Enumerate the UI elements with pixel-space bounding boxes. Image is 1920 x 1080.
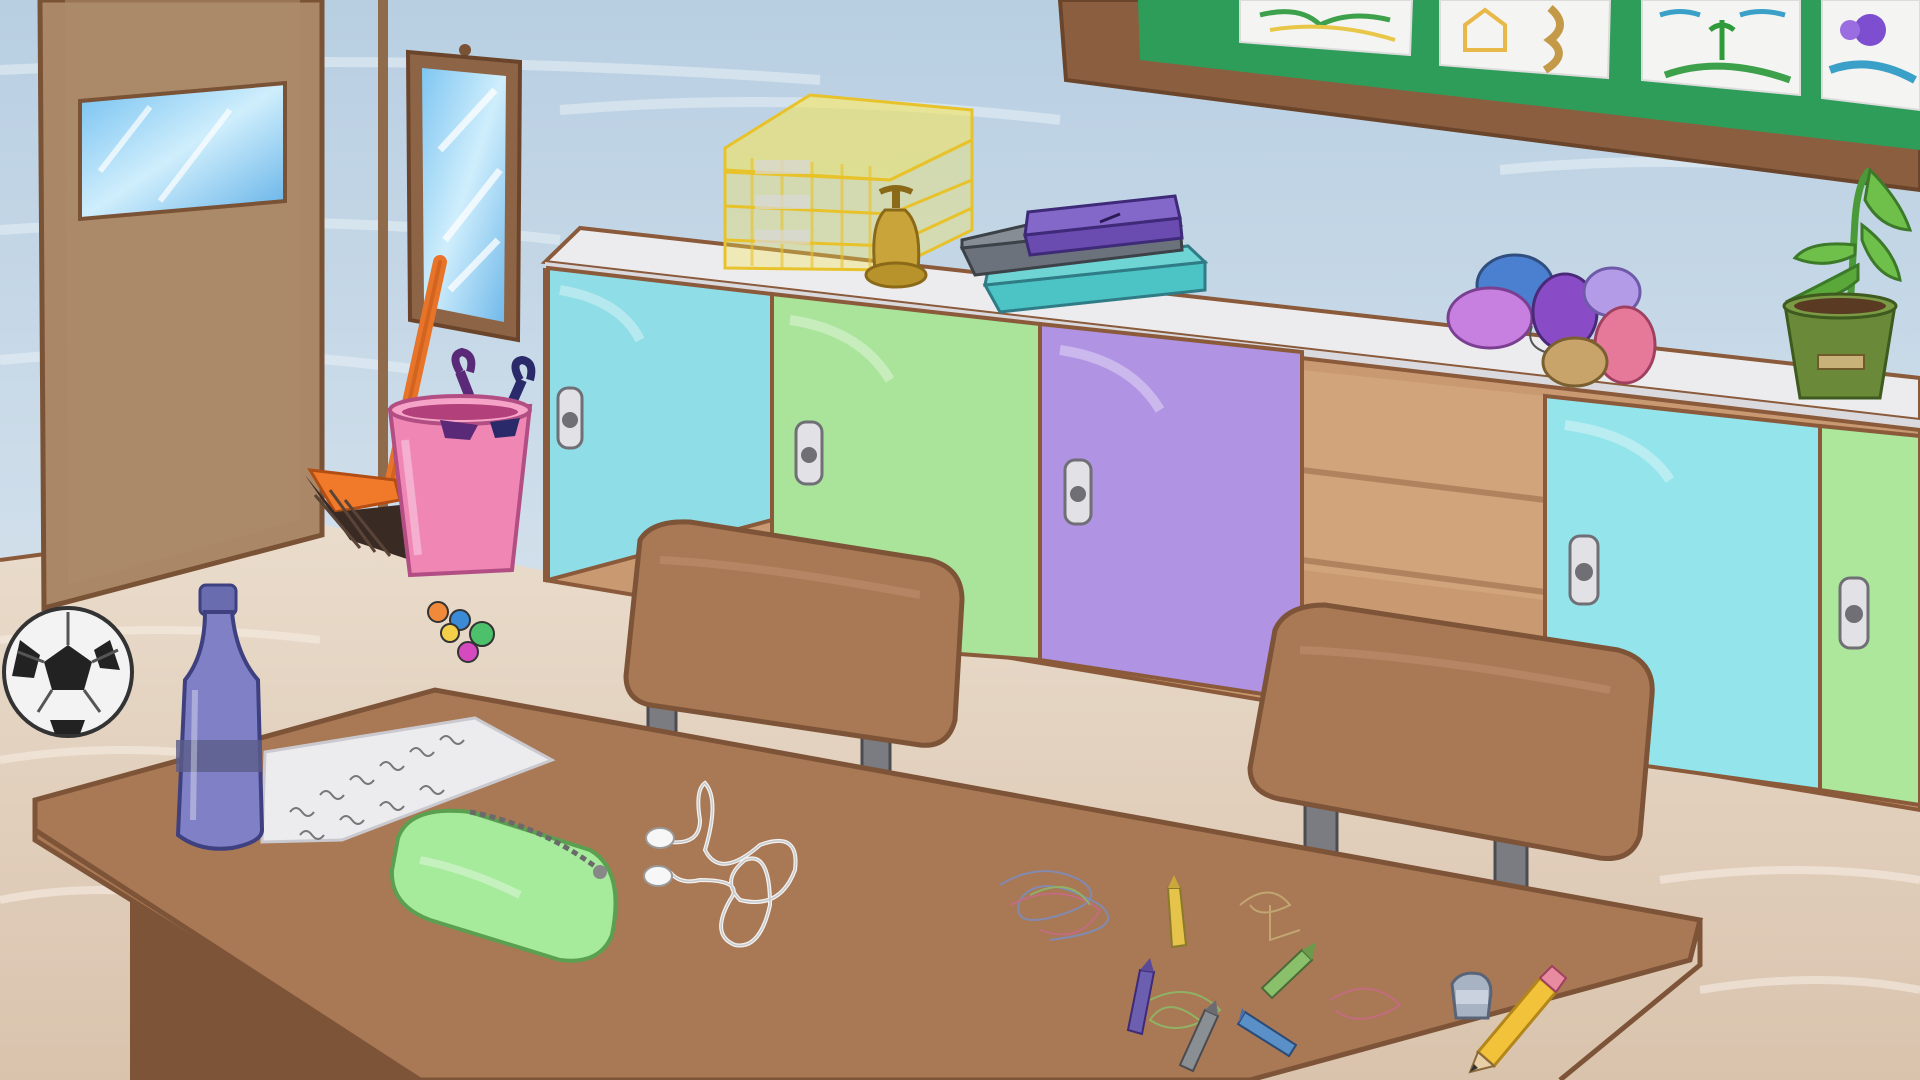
plant-label	[1817, 354, 1865, 370]
classroom-scene	[0, 0, 1920, 1080]
wall-mirror[interactable]	[405, 44, 523, 343]
door-window	[78, 80, 287, 222]
locker-handle[interactable]	[794, 420, 824, 486]
locker-handle[interactable]	[1838, 576, 1870, 650]
classroom-door[interactable]	[37, 0, 325, 612]
locker-purple-1[interactable]	[1038, 321, 1304, 703]
eraser[interactable]	[1450, 971, 1493, 1020]
soccer-ball[interactable]	[2, 606, 134, 738]
locker-green-2[interactable]	[1818, 423, 1920, 808]
locker-handle[interactable]	[1063, 458, 1093, 526]
door-frame-trim	[378, 0, 388, 520]
locker-handle[interactable]	[556, 386, 584, 450]
locker-handle[interactable]	[1568, 534, 1600, 606]
